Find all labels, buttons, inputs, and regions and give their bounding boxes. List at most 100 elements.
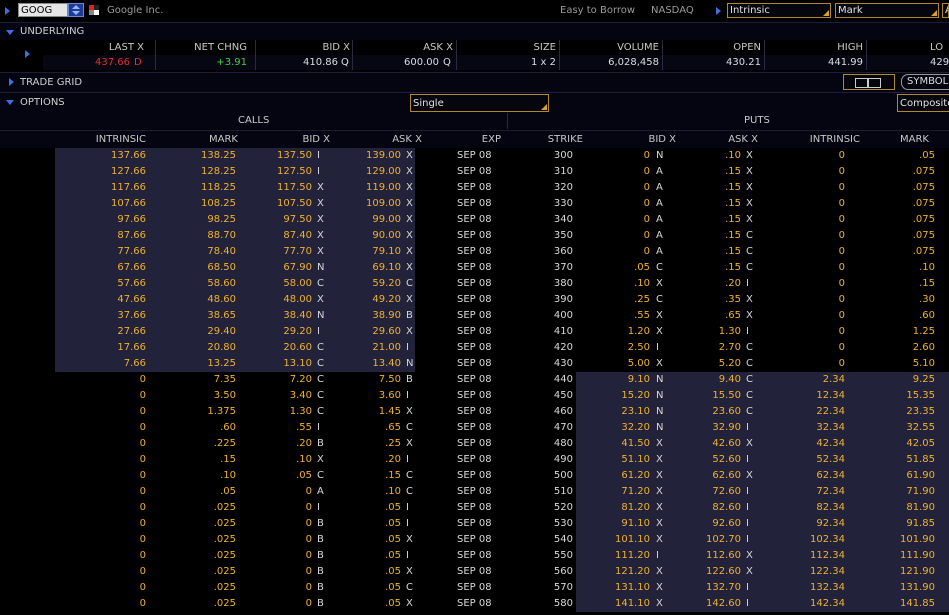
cell-ca[interactable]: 119.00 (341, 180, 401, 196)
cell-k[interactable]: 350 (523, 228, 573, 244)
cell-ci[interactable]: 0 (76, 420, 146, 436)
cell-cm[interactable]: .05 (166, 484, 236, 500)
cell-cm[interactable]: 38.65 (166, 308, 236, 324)
cell-cm[interactable]: 108.25 (166, 196, 236, 212)
cell-pa[interactable]: 92.60 (681, 516, 741, 532)
cell-k[interactable]: 460 (523, 404, 573, 420)
cell-exp[interactable]: SEP 08 (457, 372, 517, 388)
cell-ci[interactable]: 37.66 (76, 308, 146, 324)
cell-pm[interactable]: .075 (875, 244, 935, 260)
option-row[interactable]: 0.025 0 B .05 I SEP 08 550 111.20 I 112.60 X 112.34… (0, 548, 949, 564)
cell-pb[interactable]: .10 (590, 276, 650, 292)
option-row[interactable]: 47.66 48.60 48.00 X 49.20 X SEP 08 390 .25 C .35 X 0… (0, 292, 949, 308)
exchange-select[interactable]: Composite (897, 94, 949, 112)
cell-cm[interactable]: .10 (166, 468, 236, 484)
cell-exp[interactable]: SEP 08 (457, 564, 517, 580)
cell-cb[interactable]: 0 (252, 516, 312, 532)
col-put-intrinsic[interactable]: INTRINSIC (800, 134, 860, 145)
cell-pa[interactable]: .10 (681, 148, 741, 164)
cell-ca[interactable]: 90.00 (341, 228, 401, 244)
cell-cb[interactable]: 1.30 (252, 404, 312, 420)
cell-pb[interactable]: 101.10 (590, 532, 650, 548)
cell-cm[interactable]: 7.35 (166, 372, 236, 388)
cell-ci[interactable]: 117.66 (76, 180, 146, 196)
cell-cb[interactable]: .20 (252, 436, 312, 452)
option-row[interactable]: 0.025 0 I .05 I SEP 08 520 81.20 X 82.60 I 82.34 81.… (0, 500, 949, 516)
cell-k[interactable]: 570 (523, 580, 573, 596)
cell-exp[interactable]: SEP 08 (457, 292, 517, 308)
cell-k[interactable]: 440 (523, 372, 573, 388)
cell-ca[interactable]: .15 (341, 468, 401, 484)
cell-exp[interactable]: SEP 08 (457, 148, 517, 164)
col-exp[interactable]: EXP (450, 134, 501, 145)
cell-pa[interactable]: 62.60 (681, 468, 741, 484)
cell-pm[interactable]: .075 (875, 164, 935, 180)
cell-ca[interactable]: 1.45 (341, 404, 401, 420)
cell-ci[interactable]: 127.66 (76, 164, 146, 180)
cell-k[interactable]: 550 (523, 548, 573, 564)
cell-ca[interactable]: 7.50 (341, 372, 401, 388)
option-row[interactable]: 0 7.35 7.20 C 7.50 B SEP 08 440 9.10 N 9.40 C 2.34 9.… (0, 372, 949, 388)
cell-ci[interactable]: 27.66 (76, 324, 146, 340)
cell-k[interactable]: 410 (523, 324, 573, 340)
cell-cb[interactable]: 13.10 (252, 356, 312, 372)
cell-pa[interactable]: .20 (681, 276, 741, 292)
cell-pb[interactable]: 81.20 (590, 500, 650, 516)
cell-cm[interactable]: 13.25 (166, 356, 236, 372)
cell-ci[interactable]: 57.66 (76, 276, 146, 292)
cell-pm[interactable]: .15 (875, 276, 935, 292)
cell-pa[interactable]: .15 (681, 244, 741, 260)
cell-pm[interactable]: .075 (875, 180, 935, 196)
cell-pa[interactable]: .15 (681, 212, 741, 228)
symbol-lookup-button[interactable] (68, 3, 84, 17)
cell-k[interactable]: 320 (523, 180, 573, 196)
cell-ci[interactable]: 0 (76, 596, 146, 612)
cell-ci[interactable]: 87.66 (76, 228, 146, 244)
cell-pa[interactable]: 42.60 (681, 436, 741, 452)
option-row[interactable]: 0.05 0 A .10 C SEP 08 510 71.20 X 72.60 I 72.34 71.9… (0, 484, 949, 500)
cell-ci[interactable]: 0 (76, 500, 146, 516)
cell-ca[interactable]: 21.00 (341, 340, 401, 356)
cell-pi[interactable]: 12.34 (785, 388, 845, 404)
cell-k[interactable]: 330 (523, 196, 573, 212)
cell-cb[interactable]: 77.70 (252, 244, 312, 260)
cell-exp[interactable]: SEP 08 (457, 516, 517, 532)
cell-pi[interactable]: 0 (785, 212, 845, 228)
cell-cb[interactable]: .05 (252, 468, 312, 484)
cell-pa[interactable]: .15 (681, 228, 741, 244)
cell-pi[interactable]: 0 (785, 244, 845, 260)
cell-exp[interactable]: SEP 08 (457, 212, 517, 228)
cell-pm[interactable]: 23.35 (875, 404, 935, 420)
cell-pb[interactable]: .25 (590, 292, 650, 308)
cell-pm[interactable]: .075 (875, 212, 935, 228)
cell-ca[interactable]: 59.20 (341, 276, 401, 292)
cell-pb[interactable]: 5.00 (590, 356, 650, 372)
cell-pi[interactable]: 0 (785, 148, 845, 164)
cell-pa[interactable]: .15 (681, 164, 741, 180)
cell-ci[interactable]: 97.66 (76, 212, 146, 228)
cell-cm[interactable]: 3.50 (166, 388, 236, 404)
cell-pb[interactable]: 111.20 (590, 548, 650, 564)
cell-cm[interactable]: .025 (166, 596, 236, 612)
cell-cm[interactable]: .15 (166, 452, 236, 468)
cell-pa[interactable]: 32.90 (681, 420, 741, 436)
cell-cb[interactable]: 0 (252, 564, 312, 580)
option-row[interactable]: 57.66 58.60 58.00 C 59.20 C SEP 08 380 .10 X .20 I 0… (0, 276, 949, 292)
cell-k[interactable]: 500 (523, 468, 573, 484)
cell-pm[interactable]: 51.85 (875, 452, 935, 468)
cell-ca[interactable]: .05 (341, 548, 401, 564)
cell-cb[interactable]: 67.90 (252, 260, 312, 276)
option-row[interactable]: 137.66 138.25 137.50 I 139.00 X SEP 08 300 0 N .10… (0, 148, 949, 164)
collapse-arrow-icon[interactable] (6, 100, 14, 105)
cell-pm[interactable]: .05 (875, 148, 935, 164)
cell-pa[interactable]: .15 (681, 180, 741, 196)
cell-cm[interactable]: 78.40 (166, 244, 236, 260)
cell-cb[interactable]: 0 (252, 500, 312, 516)
cell-ci[interactable]: 77.66 (76, 244, 146, 260)
cell-cb[interactable]: .55 (252, 420, 312, 436)
cell-exp[interactable]: SEP 08 (457, 260, 517, 276)
cell-exp[interactable]: SEP 08 (457, 244, 517, 260)
tradegrid-section-bar[interactable]: TRADE GRID SYMBOL (0, 72, 949, 93)
cell-pi[interactable]: 42.34 (785, 436, 845, 452)
option-row[interactable]: 0 .225 .20 B .25 X SEP 08 480 41.50 X 42.60 X 42.34 4… (0, 436, 949, 452)
